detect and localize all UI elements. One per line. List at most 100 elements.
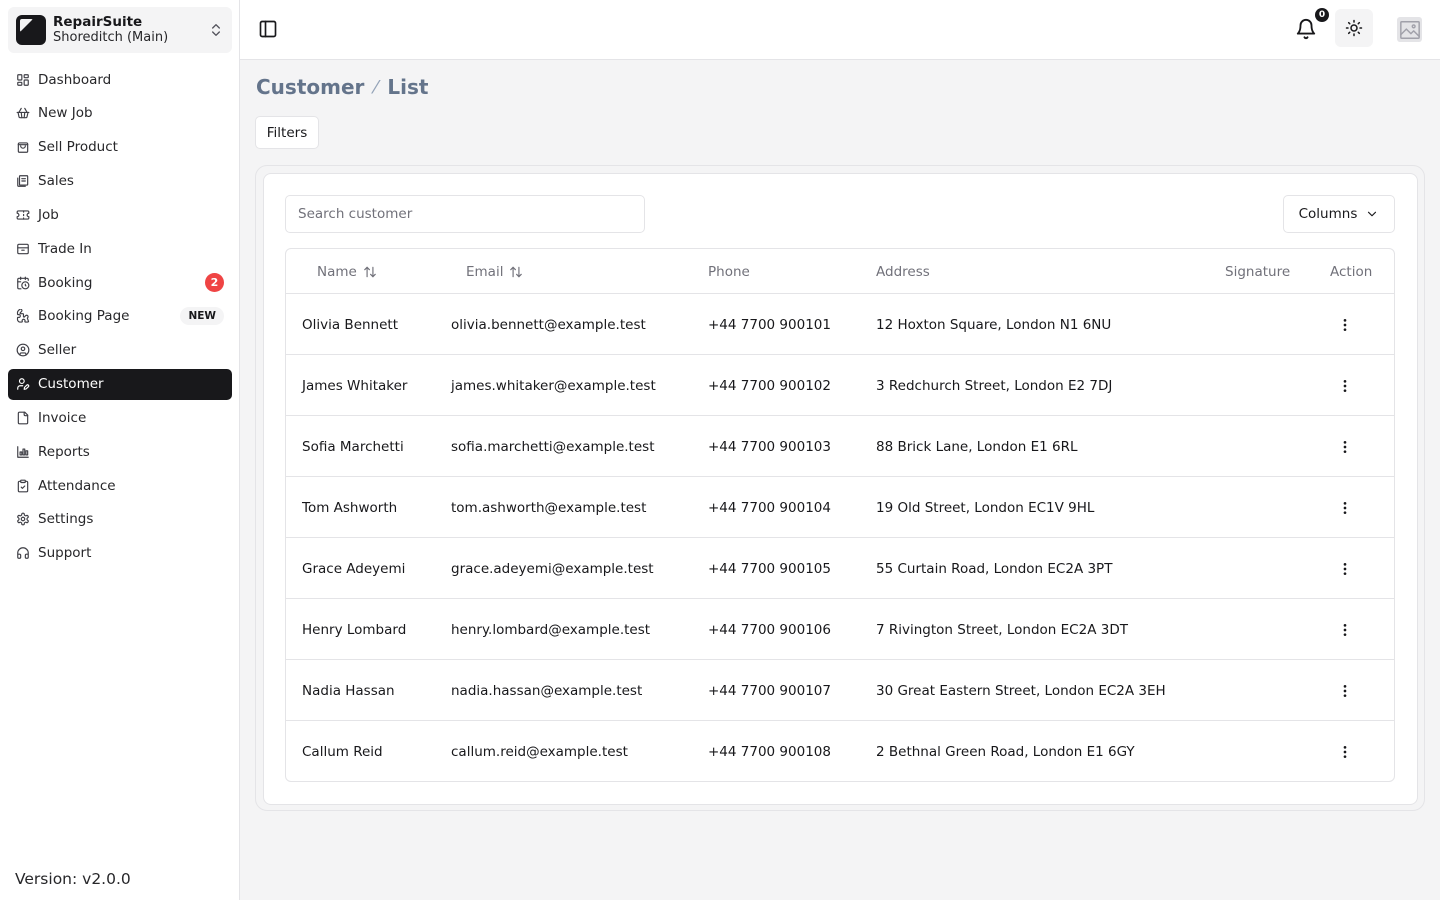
column-header-name[interactable]: Name (317, 249, 377, 294)
sidebar-item-label: Settings (38, 511, 94, 528)
cell-email: grace.adeyemi@example.test (451, 560, 654, 577)
sidebar-item-label: Support (38, 545, 92, 562)
sidebar-item-label: Seller (38, 342, 77, 359)
table-row: Olivia Bennett olivia.bennett@example.te… (286, 294, 1394, 355)
sidebar-item-job[interactable]: Job (8, 199, 232, 230)
sidebar-item-label: Sales (38, 173, 74, 190)
workspace-logo (16, 15, 46, 45)
chevron-down-icon (1368, 211, 1377, 217)
cell-email: james.whitaker@example.test (451, 377, 656, 394)
table-row: Callum Reid callum.reid@example.test +44… (286, 721, 1394, 781)
customer-table: Name Email Phone Address Signature Actio… (285, 248, 1395, 782)
row-action-button[interactable] (1335, 376, 1355, 396)
calendar-clock-icon (16, 276, 30, 290)
bell-icon[interactable] (1295, 18, 1317, 40)
sidebar-item-booking-page[interactable]: Booking Page NEW (8, 301, 232, 332)
basket-icon (16, 106, 30, 120)
more-vertical-icon (1343, 440, 1347, 453)
sidebar-item-sell-product[interactable]: Sell Product (8, 132, 232, 163)
sidebar-item-label: Booking (38, 274, 93, 291)
cell-address: 30 Great Eastern Street, London EC2A 3EH (876, 682, 1166, 699)
row-action-button[interactable] (1335, 681, 1355, 701)
column-header-phone: Phone (708, 263, 750, 280)
row-action-button[interactable] (1335, 437, 1355, 457)
more-vertical-icon (1343, 684, 1347, 697)
sidebar-item-seller[interactable]: Seller (8, 335, 232, 366)
sort-icon[interactable] (363, 265, 377, 279)
columns-button[interactable]: Columns (1283, 195, 1395, 233)
breadcrumb-page: List (387, 75, 429, 99)
cell-phone: +44 7700 900106 (708, 621, 831, 638)
row-action-button[interactable] (1335, 620, 1355, 640)
image-placeholder-icon (1399, 20, 1420, 39)
chart-icon (16, 445, 30, 459)
cell-name: Olivia Bennett (302, 316, 399, 333)
more-vertical-icon (1343, 562, 1347, 575)
column-header-action: Action (1330, 263, 1373, 280)
sidebar-item-invoice[interactable]: Invoice (8, 402, 232, 433)
sidebar-item-customer[interactable]: Customer (8, 368, 232, 400)
search-input[interactable] (285, 195, 645, 233)
sidebar-item-settings[interactable]: Settings (8, 504, 232, 535)
panel-left-icon[interactable] (258, 19, 278, 39)
theme-toggle-button[interactable] (1335, 9, 1373, 47)
puzzle-icon (16, 309, 30, 324)
cell-name: Sofia Marchetti (302, 438, 404, 455)
row-action-button[interactable] (1335, 742, 1355, 762)
sidebar-item-label: Customer (38, 376, 104, 393)
more-vertical-icon (1343, 318, 1347, 331)
more-vertical-icon (1343, 379, 1347, 392)
cell-phone: +44 7700 900104 (708, 499, 831, 516)
filters-button[interactable]: Filters (255, 116, 319, 149)
cell-email: nadia.hassan@example.test (451, 682, 643, 699)
cell-name: Grace Adeyemi (302, 560, 406, 577)
table-row: Grace Adeyemi grace.adeyemi@example.test… (286, 538, 1394, 599)
sidebar-nav: Dashboard New Job Sell Product Sales Job… (8, 64, 232, 572)
cell-name: Callum Reid (302, 743, 383, 760)
cell-address: 88 Brick Lane, London E1 6RL (876, 438, 1078, 455)
table-row: Henry Lombard henry.lombard@example.test… (286, 599, 1394, 660)
cell-phone: +44 7700 900102 (708, 377, 831, 394)
dashboard-icon (16, 73, 30, 87)
breadcrumb-separator: ⁄ (374, 76, 378, 98)
cell-address: 55 Curtain Road, London EC2A 3PT (876, 560, 1113, 577)
breadcrumb-section[interactable]: Customer (256, 75, 364, 99)
sidebar-item-label: Attendance (38, 477, 116, 494)
cell-phone: +44 7700 900107 (708, 682, 831, 699)
cell-email: sofia.marchetti@example.test (451, 438, 655, 455)
table-row: Nadia Hassan nadia.hassan@example.test +… (286, 660, 1394, 721)
cell-email: tom.ashworth@example.test (451, 499, 647, 516)
sidebar-item-booking[interactable]: Booking 2 (8, 267, 232, 298)
cell-address: 3 Redchurch Street, London E2 7DJ (876, 377, 1113, 394)
workspace-switcher[interactable]: RepairSuite Shoreditch (Main) (8, 7, 232, 53)
sidebar-item-label: Job (38, 206, 59, 223)
cell-email: olivia.bennett@example.test (451, 316, 646, 333)
column-header-email[interactable]: Email (466, 249, 523, 294)
sort-icon[interactable] (509, 265, 523, 279)
cell-name: Tom Ashworth (302, 499, 398, 516)
clipboard-check-icon (16, 479, 30, 493)
table-row: Tom Ashworth tom.ashworth@example.test +… (286, 477, 1394, 538)
sidebar: RepairSuite Shoreditch (Main) Dashboard … (0, 0, 240, 900)
receipt-icon (16, 174, 30, 188)
cell-address: 19 Old Street, London EC1V 9HL (876, 499, 1095, 516)
sidebar-item-reports[interactable]: Reports (8, 436, 232, 467)
more-vertical-icon (1343, 501, 1347, 514)
row-action-button[interactable] (1335, 498, 1355, 518)
sidebar-item-support[interactable]: Support (8, 538, 232, 569)
table-row: James Whitaker james.whitaker@example.te… (286, 355, 1394, 416)
sidebar-item-new-job[interactable]: New Job (8, 98, 232, 129)
avatar[interactable] (1397, 17, 1422, 42)
sidebar-item-attendance[interactable]: Attendance (8, 470, 232, 501)
sidebar-item-label: Reports (38, 443, 90, 460)
row-action-button[interactable] (1335, 559, 1355, 579)
app-version: Version: v2.0.0 (15, 870, 131, 888)
sun-icon (1345, 19, 1363, 37)
sidebar-item-dashboard[interactable]: Dashboard (8, 64, 232, 95)
cell-address: 7 Rivington Street, London EC2A 3DT (876, 621, 1128, 638)
row-action-button[interactable] (1335, 315, 1355, 335)
sidebar-item-trade-in[interactable]: Trade In (8, 233, 232, 264)
booking-count-badge: 2 (205, 273, 224, 293)
sidebar-item-sales[interactable]: Sales (8, 166, 232, 197)
cell-address: 2 Bethnal Green Road, London E1 6GY (876, 743, 1135, 760)
